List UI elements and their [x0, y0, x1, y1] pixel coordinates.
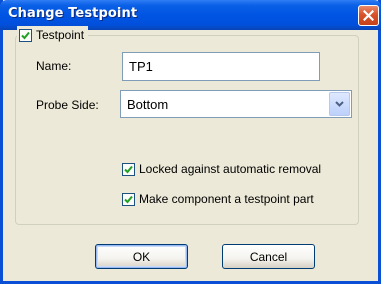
testpoint-checkbox-label: Testpoint — [36, 28, 85, 42]
ok-button[interactable]: OK — [95, 244, 188, 269]
close-button[interactable] — [358, 5, 379, 26]
check-mark-icon — [21, 31, 30, 39]
cancel-button[interactable]: Cancel — [222, 244, 315, 269]
probe-side-label: Probe Side: — [36, 98, 99, 112]
make-component-checkbox[interactable]: Make component a testpoint part — [122, 192, 314, 206]
locked-checkbox-box[interactable] — [122, 162, 135, 176]
testpoint-checkbox[interactable]: Testpoint — [17, 26, 89, 44]
make-component-checkbox-box[interactable] — [122, 192, 135, 206]
window-title: Change Testpoint — [8, 6, 138, 21]
dropdown-arrow-button[interactable] — [329, 92, 350, 116]
probe-side-select[interactable]: Bottom — [120, 90, 352, 118]
testpoint-checkbox-box[interactable] — [19, 28, 32, 42]
name-input[interactable]: TP1 — [122, 52, 320, 81]
make-component-checkbox-label: Make component a testpoint part — [139, 192, 314, 206]
name-label: Name: — [36, 59, 72, 73]
chevron-down-icon — [335, 101, 344, 107]
probe-side-value: Bottom — [127, 97, 169, 112]
name-input-value: TP1 — [129, 59, 153, 74]
close-icon — [363, 10, 374, 21]
check-mark-icon — [124, 165, 133, 173]
check-mark-icon — [124, 195, 133, 203]
locked-checkbox[interactable]: Locked against automatic removal — [122, 162, 321, 176]
locked-checkbox-label: Locked against automatic removal — [139, 162, 322, 176]
